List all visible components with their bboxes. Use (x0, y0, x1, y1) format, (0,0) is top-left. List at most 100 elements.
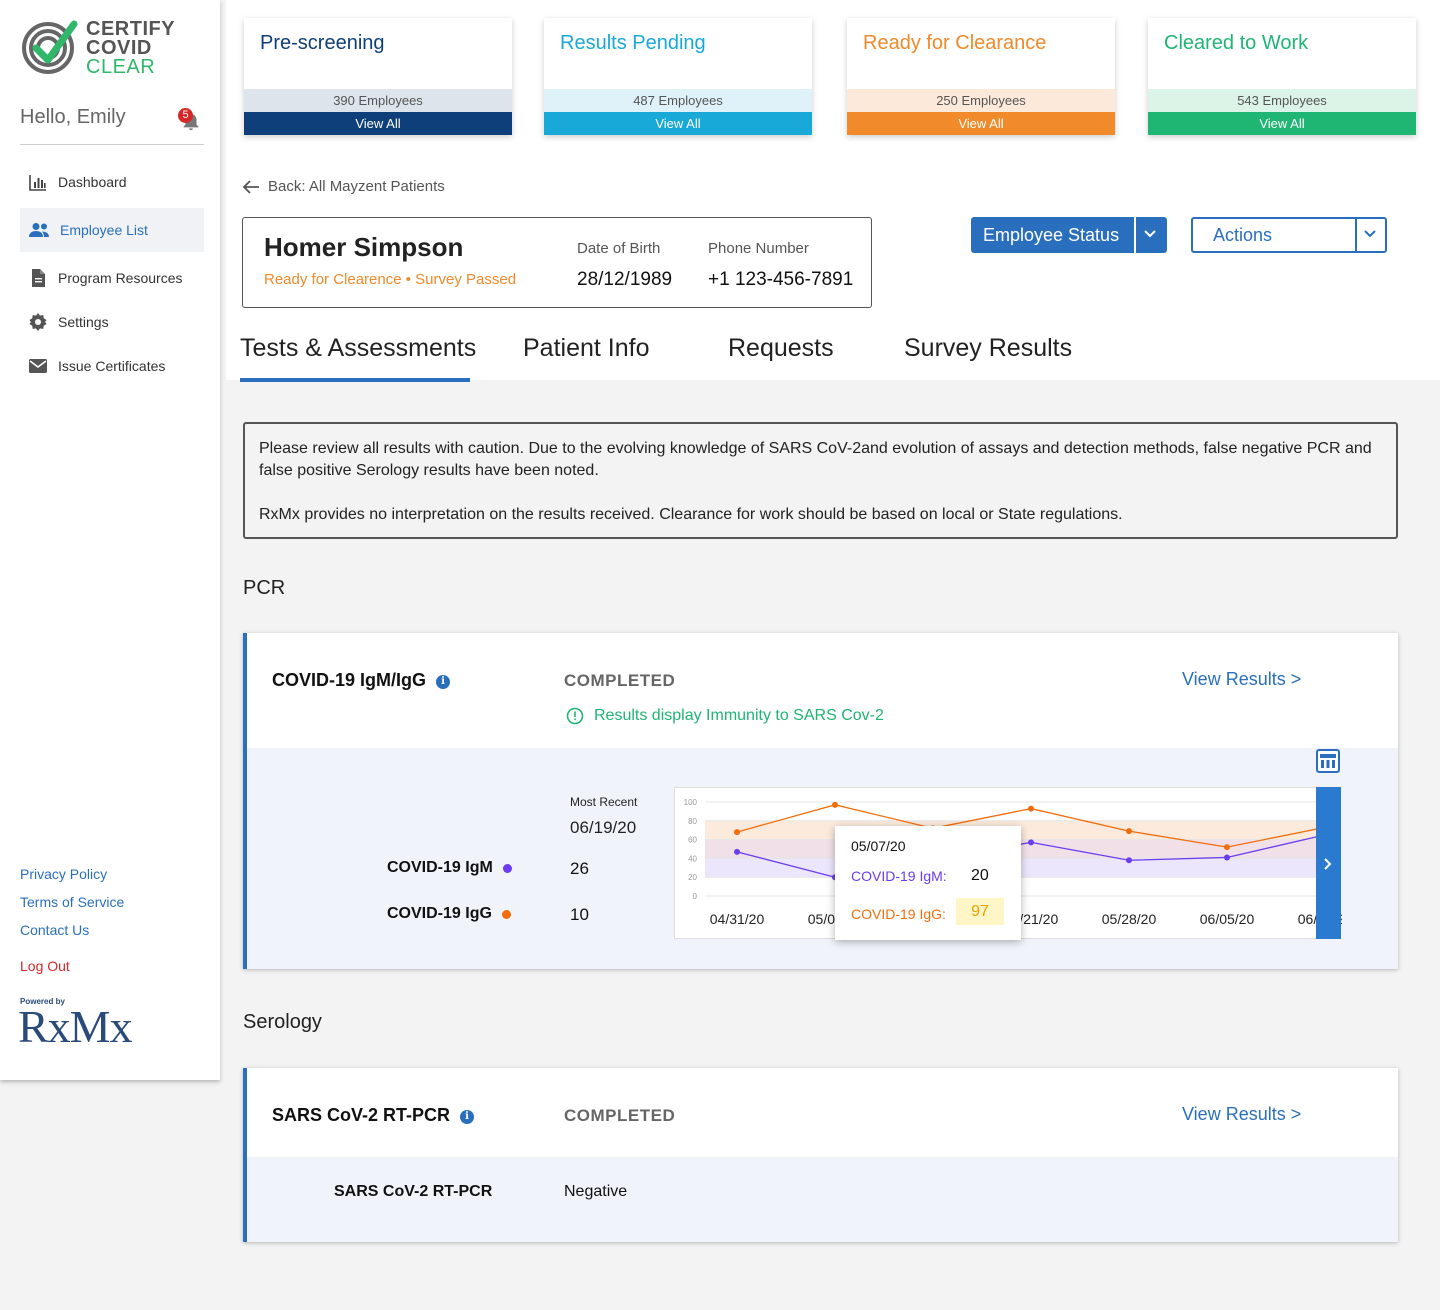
sidebar-item-label: Program Resources (58, 270, 183, 286)
y-tick-label: 60 (688, 836, 697, 845)
view-all-button[interactable]: View All (544, 112, 812, 135)
log-out-link[interactable]: Log Out (20, 958, 70, 974)
stat-count: 390 Employees (244, 89, 512, 112)
bar-chart-icon (29, 175, 46, 191)
data-point (1224, 844, 1230, 851)
stat-card-results-pending[interactable]: Results Pending 487 Employees View All (544, 18, 812, 135)
view-results-link[interactable]: View Results > (1182, 669, 1301, 690)
chart-next-button[interactable] (1316, 787, 1341, 939)
tooltip-igm-label: COVID-19 IgM: (851, 868, 947, 884)
patient-status: Ready for Clearence • Survey Passed (264, 271, 517, 288)
sidebar-item-label: Settings (58, 314, 109, 330)
section-heading-pcr: PCR (243, 577, 286, 599)
notification-badge: 5 (178, 108, 193, 123)
view-all-button[interactable]: View All (1148, 112, 1416, 135)
chevron-right-icon (1324, 858, 1332, 870)
sidebar-item-label: Issue Certificates (58, 358, 166, 374)
y-tick-label: 20 (688, 873, 697, 882)
data-point (832, 801, 838, 808)
dob-label: Date of Birth (577, 240, 661, 257)
employee-status-label: Employee Status (983, 225, 1120, 245)
chevron-down-icon[interactable] (1363, 227, 1377, 241)
result-row-value: Negative (564, 1183, 628, 1200)
phone-value: +1 123-456-7891 (708, 269, 854, 290)
series-value-igg: 10 (570, 905, 589, 924)
stat-card-prescreening[interactable]: Pre-screening 390 Employees View All (244, 18, 512, 135)
stat-count: 543 Employees (1148, 89, 1416, 112)
data-point (1028, 805, 1034, 812)
stat-card-ready-for-clearance[interactable]: Ready for Clearance 250 Employees View A… (847, 18, 1115, 135)
greeting: Hello, Emily (20, 106, 126, 128)
tab-tests-assessments[interactable]: Tests & Assessments (240, 334, 476, 363)
sidebar-item-issue-certificates[interactable]: Issue Certificates (20, 344, 204, 388)
employee-status-button[interactable]: Employee Status (971, 217, 1167, 253)
rxmx-logo: RxMx (18, 1001, 133, 1052)
x-tick-label: 04/31/20 (710, 911, 765, 927)
notice-paragraph: RxMx provides no interpretation on the r… (259, 506, 1123, 523)
test-name: COVID-19 IgM/IgG i (272, 670, 451, 691)
people-icon (29, 223, 49, 237)
tab-requests[interactable]: Requests (728, 334, 834, 363)
button-divider (1134, 217, 1136, 253)
result-row-name: SARS CoV-2 RT-PCR (334, 1183, 493, 1200)
table-view-icon[interactable] (1316, 749, 1340, 773)
sidebar-item-settings[interactable]: Settings (20, 300, 204, 344)
stat-count: 487 Employees (544, 89, 812, 112)
sidebar-nav: Dashboard Employee List Program Resource… (20, 160, 204, 388)
immunity-message: Results display Immunity to SARS Cov-2 (566, 707, 884, 725)
test-name: SARS CoV-2 RT-PCR i (272, 1105, 475, 1126)
terms-of-service-link[interactable]: Terms of Service (20, 888, 124, 916)
stat-title: Pre-screening (260, 32, 385, 54)
data-point (1126, 857, 1132, 864)
sidebar-item-label: Employee List (60, 222, 148, 238)
series-name-igm: COVID-19 IgM (387, 859, 512, 877)
tooltip-igg-label: COVID-19 IgG: (851, 906, 946, 922)
x-tick-label: 06/05/20 (1200, 911, 1255, 927)
active-tab-indicator (240, 378, 470, 382)
data-point (734, 848, 740, 855)
actions-button[interactable]: Actions (1191, 217, 1387, 253)
stat-card-cleared-to-work[interactable]: Cleared to Work 543 Employees View All (1148, 18, 1416, 135)
mail-icon (29, 359, 47, 373)
divider (20, 144, 204, 145)
tab-patient-info[interactable]: Patient Info (523, 334, 649, 363)
data-point (734, 829, 740, 836)
legend-dot (502, 863, 512, 873)
document-icon (32, 269, 45, 287)
button-divider (1355, 219, 1357, 251)
most-recent-date: 06/19/20 (570, 818, 637, 837)
view-all-button[interactable]: View All (244, 112, 512, 135)
sidebar-item-program-resources[interactable]: Program Resources (20, 256, 204, 300)
data-point (1028, 839, 1034, 846)
test-card-igm-igg: COVID-19 IgM/IgG i COMPLETED View Results… (243, 633, 1398, 969)
y-tick-label: 100 (684, 798, 698, 807)
y-tick-label: 40 (688, 854, 697, 863)
stat-title: Results Pending (560, 32, 706, 54)
alert-circle-icon (566, 707, 584, 725)
caution-notice: Please review all results with caution. … (243, 422, 1398, 539)
back-link[interactable]: Back: All Mayzent Patients (242, 178, 445, 195)
privacy-policy-link[interactable]: Privacy Policy (20, 860, 124, 888)
info-icon[interactable]: i (436, 675, 451, 689)
stat-count: 250 Employees (847, 89, 1115, 112)
dob-value: 28/12/1989 (577, 269, 673, 290)
back-link-label: Back: All Mayzent Patients (268, 178, 445, 195)
y-tick-label: 0 (693, 892, 698, 901)
footer-links: Privacy Policy Terms of Service Contact … (20, 860, 124, 944)
view-results-link[interactable]: View Results > (1182, 1104, 1301, 1125)
stat-title: Ready for Clearance (863, 32, 1047, 54)
contact-us-link[interactable]: Contact Us (20, 916, 124, 944)
sidebar-item-dashboard[interactable]: Dashboard (20, 160, 204, 204)
info-icon[interactable]: i (460, 1110, 475, 1124)
legend-dot (501, 909, 511, 919)
x-tick-label: 05/28/20 (1102, 911, 1157, 927)
certify-covid-clear-logo[interactable]: CERTIFY COVID CLEAR (22, 18, 192, 78)
chevron-down-icon[interactable] (1143, 227, 1157, 241)
sidebar-item-employee-list[interactable]: Employee List (20, 208, 204, 252)
tab-survey-results[interactable]: Survey Results (904, 334, 1072, 363)
logo-check-icon (22, 20, 78, 74)
view-all-button[interactable]: View All (847, 112, 1115, 135)
test-status: COMPLETED (564, 1106, 676, 1125)
most-recent-label: Most Recent (570, 795, 638, 809)
data-point (1126, 828, 1132, 835)
